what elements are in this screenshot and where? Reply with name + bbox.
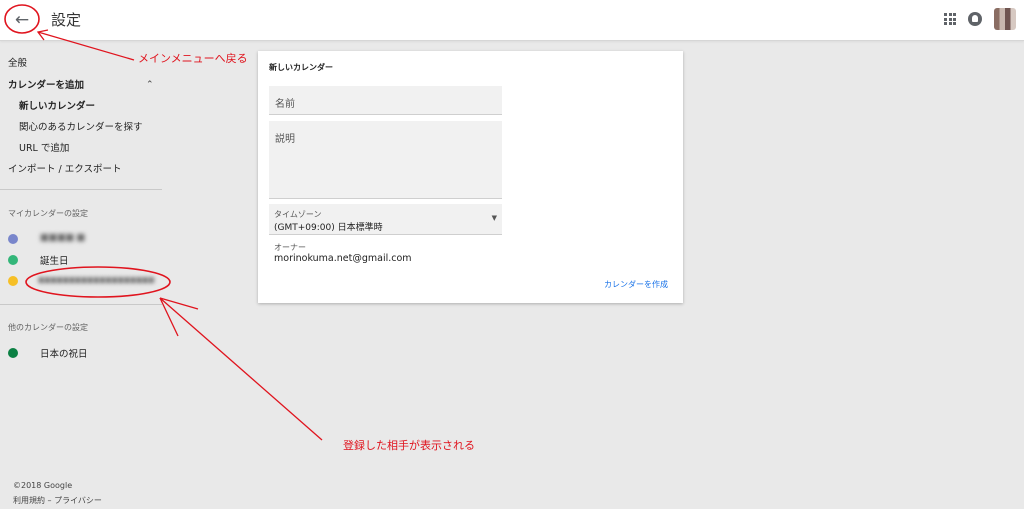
annotation-overlay [4,4,323,441]
back-highlight-circle [4,4,40,34]
registered-arrow [159,297,323,441]
registered-arrowhead-a [159,297,179,337]
main-menu-annotation: メインメニューへ戻る [138,52,248,65]
main-menu-arrow [37,31,135,61]
registered-calendar-circle [25,266,171,298]
registered-annotation: 登録した相手が表示される [343,439,475,452]
